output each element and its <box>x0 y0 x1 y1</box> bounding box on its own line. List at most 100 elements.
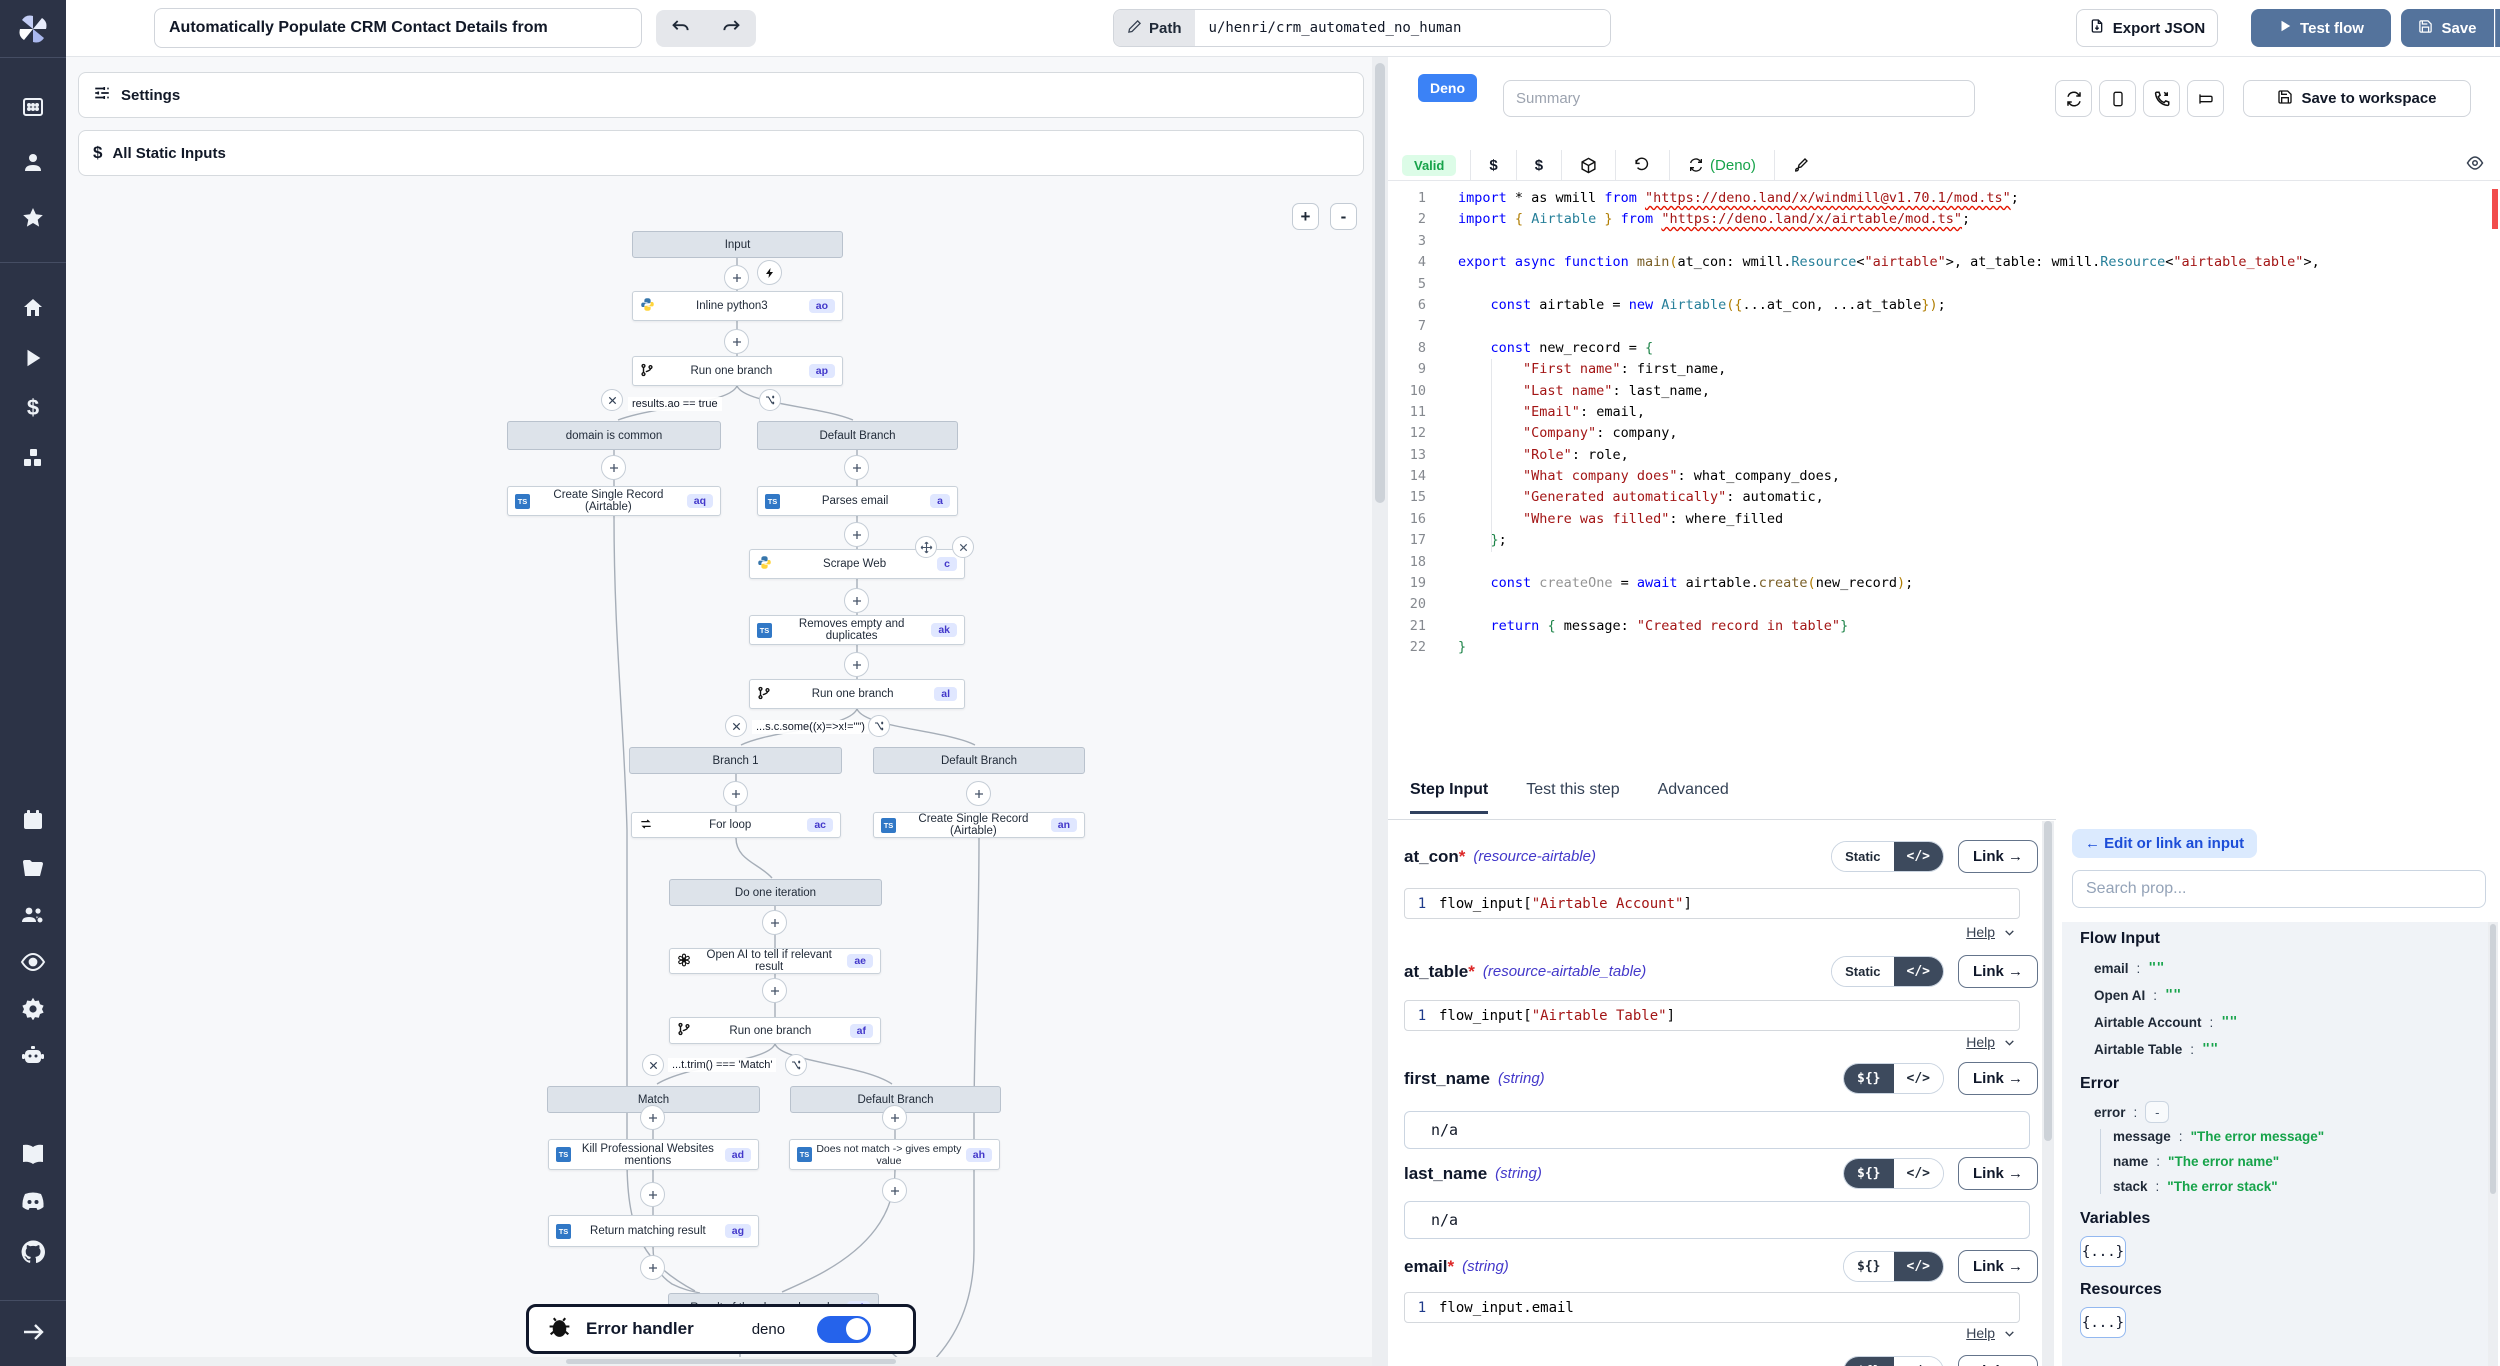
package-icon[interactable] <box>1562 157 1615 174</box>
add-step-icon[interactable] <box>640 1182 665 1207</box>
prop-row[interactable]: error:- <box>2094 1101 2488 1123</box>
add-step-icon[interactable] <box>882 1105 907 1130</box>
undo-icon[interactable] <box>671 16 691 41</box>
flow-settings-bar[interactable]: Settings <box>78 72 1364 118</box>
redo-icon[interactable] <box>721 16 741 41</box>
add-step-icon[interactable] <box>762 978 787 1003</box>
flow-node-run-one-branch-1[interactable]: Run one branch ap <box>632 356 843 386</box>
flow-node-kill-websites[interactable]: TS Kill Professional Websites mentions a… <box>548 1139 759 1170</box>
branch-split-icon[interactable] <box>759 389 781 411</box>
user-icon[interactable] <box>0 150 66 174</box>
flow-node-create-record-an[interactable]: TS Create Single Record (Airtable) an <box>873 812 1085 838</box>
prop-row[interactable]: Airtable Table:"" <box>2094 1041 2488 1057</box>
summary-input[interactable]: Summary <box>1503 80 1975 117</box>
collapse-button[interactable]: - <box>2145 1101 2169 1123</box>
add-step-icon[interactable] <box>724 265 749 290</box>
flow-node-does-not-match[interactable]: TS Does not match -> gives empty value a… <box>789 1139 1000 1170</box>
settings-icon[interactable] <box>0 996 66 1020</box>
home-icon[interactable] <box>0 296 66 320</box>
flow-title-input[interactable]: Automatically Populate CRM Contact Detai… <box>154 8 642 48</box>
zoom-out-button[interactable]: - <box>1330 203 1357 230</box>
variables-object-button[interactable]: {...} <box>2080 1236 2126 1267</box>
flow-node-for-loop[interactable]: For loop ac <box>631 812 841 838</box>
add-step-icon[interactable] <box>844 588 869 613</box>
code-editor[interactable]: 12345678910111213141516171819202122 impo… <box>1388 181 2500 763</box>
help-link[interactable]: Help <box>1966 924 2016 940</box>
format-brush-icon[interactable] <box>1775 157 1827 173</box>
tab-step-input[interactable]: Step Input <box>1410 781 1488 814</box>
flow-node-run-one-branch-3[interactable]: Run one branch af <box>669 1017 881 1044</box>
branch-split-icon[interactable] <box>785 1054 807 1076</box>
add-step-icon[interactable] <box>640 1255 665 1280</box>
help-link[interactable]: Help <box>1966 1034 2016 1050</box>
delete-node-icon[interactable] <box>952 536 974 558</box>
flow-branch-domain-is-common[interactable]: domain is common <box>507 421 721 450</box>
link-button[interactable]: Link → <box>1958 840 2038 873</box>
link-button[interactable]: Link → <box>1958 1355 2038 1366</box>
flow-node-create-record-aq[interactable]: TS Create Single Record (Airtable) aq <box>507 486 721 516</box>
static-code-toggle[interactable]: Static</> <box>1831 841 1944 872</box>
flow-node-inline-python3[interactable]: Inline python3 ao <box>632 291 843 321</box>
star-icon[interactable] <box>0 206 66 230</box>
add-step-icon[interactable] <box>723 781 748 806</box>
add-step-icon[interactable] <box>762 910 787 935</box>
flow-branch-default-2[interactable]: Default Branch <box>873 747 1085 774</box>
field-value-first_name[interactable]: n/a <box>1404 1111 2030 1149</box>
github-icon[interactable] <box>0 1239 66 1265</box>
remove-branch-icon[interactable] <box>601 389 623 411</box>
field-expr-at_con[interactable]: 1 flow_input["Airtable Account"] <box>1404 888 2020 919</box>
link-button[interactable]: Link → <box>1958 1250 2038 1283</box>
schedules-icon[interactable] <box>0 808 66 832</box>
apps-icon[interactable] <box>0 95 66 119</box>
static-code-toggle[interactable]: ${}</> <box>1843 1158 1944 1189</box>
groups-icon[interactable] <box>0 903 66 927</box>
path-button[interactable]: Path <box>1114 10 1195 46</box>
reload-runtime-icon[interactable]: (Deno) <box>1670 157 1774 174</box>
static-code-toggle[interactable]: ${}</> <box>1843 1356 1944 1366</box>
discord-icon[interactable] <box>0 1191 66 1213</box>
add-step-icon[interactable] <box>640 1105 665 1130</box>
flow-node-parses-email[interactable]: TS Parses email a <box>757 486 958 516</box>
resources-object-button[interactable]: {...} <box>2080 1307 2126 1338</box>
tab-advanced[interactable]: Advanced <box>1658 781 1729 814</box>
field-expr-email[interactable]: 1 flow_input.email <box>1404 1292 2020 1323</box>
error-handler-toggle[interactable] <box>817 1316 871 1343</box>
add-step-icon[interactable] <box>966 781 991 806</box>
resource-picker-icon[interactable]: $ <box>1517 157 1561 174</box>
prop-panel-scrollbar[interactable] <box>2488 922 2498 1366</box>
test-flow-button[interactable]: Test flow <box>2251 9 2391 47</box>
save-dropdown-button[interactable] <box>2495 9 2500 47</box>
save-to-workspace-button[interactable]: Save to workspace <box>2243 80 2471 117</box>
remove-branch-icon[interactable] <box>642 1054 664 1076</box>
flow-branch-branch-1[interactable]: Branch 1 <box>629 747 842 774</box>
prop-row[interactable]: message:"The error message" <box>2113 1129 2488 1144</box>
add-step-icon[interactable] <box>844 652 869 677</box>
variables-icon[interactable]: $ <box>0 395 66 421</box>
prop-row[interactable]: stack:"The error stack" <box>2113 1179 2488 1194</box>
error-handler-node[interactable]: Error handler deno <box>526 1304 916 1354</box>
save-button[interactable]: Save <box>2401 9 2494 47</box>
flow-branch-default-1[interactable]: Default Branch <box>757 421 958 450</box>
resources-icon[interactable] <box>0 446 66 470</box>
reset-icon[interactable] <box>1616 157 1669 174</box>
branch-split-icon[interactable] <box>868 715 890 737</box>
flow-node-openai[interactable]: Open AI to tell if relevant result ae <box>669 948 881 974</box>
static-code-toggle[interactable]: ${}</> <box>1843 1251 1944 1282</box>
audit-icon[interactable] <box>0 950 66 974</box>
add-step-icon[interactable] <box>844 455 869 480</box>
move-node-icon[interactable] <box>915 536 937 558</box>
flow-vertical-scrollbar[interactable] <box>1372 57 1388 1366</box>
prop-row[interactable]: Airtable Account:"" <box>2094 1014 2488 1030</box>
webhook-icon-button[interactable] <box>2143 80 2180 117</box>
flow-node-input[interactable]: Input <box>632 231 843 258</box>
static-code-toggle[interactable]: Static</> <box>1831 956 1944 987</box>
sync-icon-button[interactable] <box>2055 80 2092 117</box>
flow-node-return-matching[interactable]: TS Return matching result ag <box>548 1215 759 1247</box>
static-code-toggle[interactable]: ${}</> <box>1843 1063 1944 1094</box>
add-step-icon[interactable] <box>724 329 749 354</box>
flow-horizontal-scrollbar[interactable] <box>66 1357 1372 1366</box>
diff-icon-button[interactable] <box>2187 80 2224 117</box>
link-button[interactable]: Link → <box>1958 1062 2038 1095</box>
add-step-icon[interactable] <box>844 522 869 547</box>
workers-icon[interactable] <box>0 1043 66 1067</box>
